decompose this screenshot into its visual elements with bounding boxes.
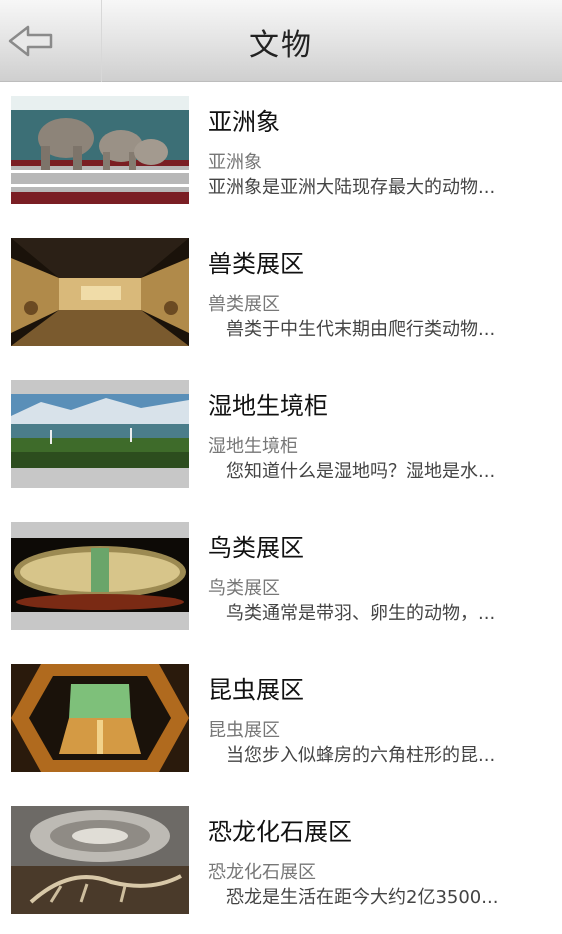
thumbnail-image — [11, 238, 189, 346]
item-description: 亚洲象是亚洲大陆现存最大的动物... — [208, 177, 496, 198]
item-description: 鸟类通常是带羽、卵生的动物，... — [208, 603, 496, 624]
thumbnail-image — [11, 806, 189, 914]
thumbnail-image — [11, 522, 189, 630]
item-title: 湿地生境柜 — [208, 392, 328, 420]
item-description: 当您步入似蜂房的六角柱形的昆... — [208, 745, 496, 766]
list-item[interactable]: 亚洲象 亚洲象 亚洲象是亚洲大陆现存最大的动物... — [0, 82, 562, 224]
item-subtitle: 湿地生境柜 — [208, 436, 298, 457]
item-description: 您知道什么是湿地吗？湿地是水... — [208, 461, 496, 482]
item-title: 兽类展区 — [208, 250, 304, 278]
thumbnail-image — [11, 664, 189, 772]
item-subtitle: 兽类展区 — [208, 294, 280, 315]
list-item[interactable]: 鸟类展区 鸟类展区 鸟类通常是带羽、卵生的动物，... — [0, 508, 562, 650]
page-title: 文物 — [249, 28, 313, 63]
thumbnail-image — [11, 96, 189, 204]
header-bar: 文物 — [0, 0, 562, 82]
item-subtitle: 恐龙化石展区 — [208, 862, 316, 883]
item-title: 鸟类展区 — [208, 534, 304, 562]
item-subtitle: 鸟类展区 — [208, 578, 280, 599]
list-item[interactable]: 湿地生境柜 湿地生境柜 您知道什么是湿地吗？湿地是水... — [0, 366, 562, 508]
item-title: 恐龙化石展区 — [208, 818, 352, 846]
item-subtitle: 亚洲象 — [208, 152, 262, 173]
list-item[interactable]: 昆虫展区 昆虫展区 当您步入似蜂房的六角柱形的昆... — [0, 650, 562, 792]
item-description: 兽类于中生代末期由爬行类动物... — [208, 319, 496, 340]
item-title: 亚洲象 — [208, 108, 280, 136]
exhibit-list: 亚洲象 亚洲象 亚洲象是亚洲大陆现存最大的动物... 兽类展区 兽类展区 兽类于… — [0, 82, 562, 934]
list-item[interactable]: 兽类展区 兽类展区 兽类于中生代末期由爬行类动物... — [0, 224, 562, 366]
item-subtitle: 昆虫展区 — [208, 720, 280, 741]
item-title: 昆虫展区 — [208, 676, 304, 704]
item-description: 恐龙是生活在距今大约2亿3500... — [208, 887, 499, 908]
thumbnail-image — [11, 380, 189, 488]
list-item[interactable]: 恐龙化石展区 恐龙化石展区 恐龙是生活在距今大约2亿3500... — [0, 792, 562, 934]
